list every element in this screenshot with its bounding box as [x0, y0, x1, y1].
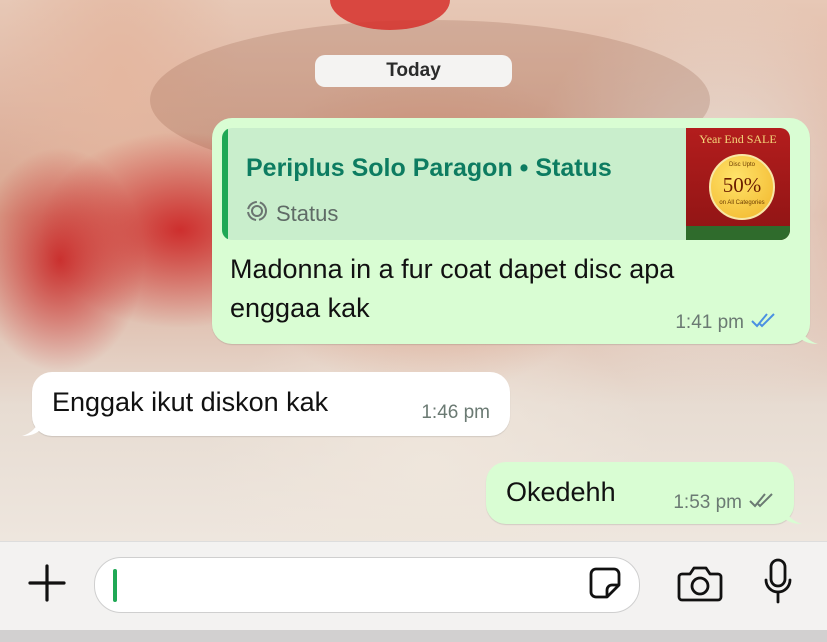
reply-accent-bar	[222, 128, 228, 240]
camera-icon	[677, 564, 723, 607]
bubble-tail	[800, 326, 818, 344]
message-text-line: enggaa kak	[230, 293, 370, 323]
message-meta: 1:53 pm	[673, 492, 776, 514]
message-time: 1:53 pm	[673, 492, 742, 513]
message-text: Madonna in a fur coat dapet disc apa eng…	[230, 250, 674, 328]
reply-subtitle-text: Status	[276, 201, 339, 226]
camera-button[interactable]	[676, 562, 724, 608]
message-time: 1:41 pm	[675, 312, 744, 333]
sticker-button[interactable]	[587, 567, 623, 603]
thumbnail-footer	[686, 226, 790, 240]
double-check-icon	[748, 492, 776, 514]
thumbnail-small-top: Disc Upto	[728, 162, 755, 168]
composer-bar	[0, 541, 827, 642]
double-check-icon	[750, 312, 778, 334]
reply-thumbnail: Year End SALE Disc Upto 50% on All Categ…	[686, 128, 790, 240]
reply-subtitle: Status	[246, 200, 338, 228]
microphone-icon	[763, 558, 793, 611]
status-ring-icon	[246, 200, 268, 228]
incoming-message[interactable]: Enggak ikut diskon kak 1:46 pm	[32, 372, 510, 436]
home-indicator-strip	[0, 630, 827, 642]
thumbnail-percent: 50%	[722, 173, 762, 197]
message-input[interactable]	[123, 566, 567, 606]
message-time: 1:46 pm	[421, 402, 490, 424]
thumbnail-small-bottom: on All Categories	[719, 200, 765, 206]
sticker-icon	[588, 566, 622, 605]
reply-quote[interactable]: Periplus Solo Paragon • Status Status Ye…	[222, 128, 790, 240]
message-meta: 1:41 pm	[675, 312, 778, 334]
message-text-line: Madonna in a fur coat dapet disc apa	[230, 254, 675, 284]
thumbnail-badge: Disc Upto 50% on All Categories	[709, 154, 775, 220]
message-text: Okedehh	[506, 477, 616, 507]
message-time-text: 1:46 pm	[421, 402, 490, 423]
message-input-box[interactable]	[94, 557, 640, 613]
bubble-tail	[22, 418, 40, 436]
reply-title: Periplus Solo Paragon • Status	[246, 154, 612, 182]
date-divider-label: Today	[386, 60, 441, 81]
bubble-tail	[784, 506, 802, 524]
thumbnail-title: Year End SALE	[699, 132, 777, 146]
text-caret	[113, 569, 117, 602]
plus-icon	[27, 563, 67, 608]
date-divider: Today	[315, 55, 512, 87]
message-text: Enggak ikut diskon kak	[52, 387, 329, 417]
voice-message-button[interactable]	[758, 558, 798, 610]
outgoing-message[interactable]: Okedehh 1:53 pm	[486, 462, 794, 524]
attach-button[interactable]	[24, 562, 70, 608]
outgoing-message[interactable]: Periplus Solo Paragon • Status Status Ye…	[212, 118, 810, 344]
